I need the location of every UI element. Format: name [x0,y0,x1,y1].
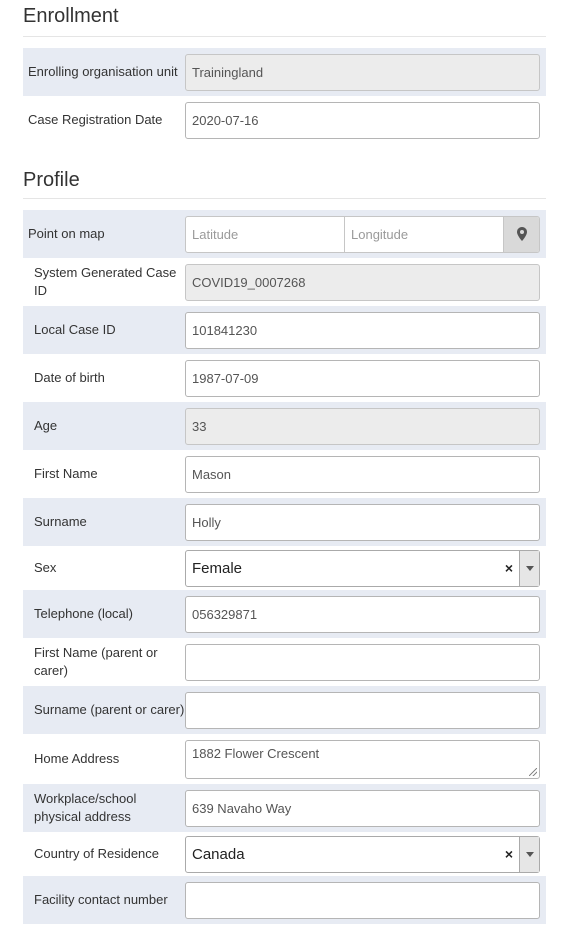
chevron-down-icon [525,565,534,571]
profile-rows: Point on map Latitude Longitude System G… [23,210,546,924]
map-picker-button[interactable] [504,216,539,252]
latitude-input[interactable]: Latitude [186,216,345,252]
map-marker-icon [516,227,527,241]
workplace-address-input[interactable]: 639 Navaho Way [185,789,540,827]
telephone-row: Telephone (local) 056329871 [23,590,546,638]
age-field: 33 [185,407,540,445]
first-name-row: First Name Mason [23,450,546,498]
profile-section-title: Profile [23,169,80,191]
workplace-address-label: Workplace/school physical address [34,791,137,824]
country-clear-icon[interactable]: × [499,846,519,862]
age-label: Age [34,418,58,433]
point-on-map-row: Point on map Latitude Longitude [23,210,546,258]
surname-row: Surname Holly [23,498,546,546]
home-address-text: 1882 Flower Crescent [192,745,320,761]
date-of-birth-label: Date of birth [34,370,105,385]
sex-row: Sex Female × [23,546,546,590]
parent-surname-label: Surname (parent or carer) [34,702,185,717]
home-address-row: Home Address 1882 Flower Crescent [23,734,546,784]
first-name-label: First Name [34,466,98,481]
sex-clear-icon[interactable]: × [499,560,519,576]
home-address-label: Home Address [34,751,120,766]
facility-contact-input[interactable] [185,881,540,919]
date-of-birth-row: Date of birth 1987-07-09 [23,354,546,402]
sex-label: Sex [34,560,57,575]
point-on-map-label: Point on map [28,226,105,241]
parent-surname-row: Surname (parent or carer) [23,686,546,734]
date-of-birth-input[interactable]: 1987-07-09 [185,359,540,397]
home-address-textarea[interactable]: 1882 Flower Crescent [185,739,540,779]
parent-first-name-row: First Name (parent or carer) [23,638,546,686]
first-name-input[interactable]: Mason [185,455,540,493]
country-label: Country of Residence [34,846,160,861]
enrolling-org-unit-label: Enrolling organisation unit [28,64,178,79]
resize-handle-icon[interactable] [529,767,537,776]
enrolling-org-unit-row: Enrolling organisation unit Trainingland [23,48,546,96]
local-case-id-label: Local Case ID [34,322,116,337]
coordinates-group: Latitude Longitude [185,215,540,253]
country-selected-value: Canada [192,845,245,863]
parent-first-name-input[interactable] [185,643,540,681]
country-row: Country of Residence Canada × [23,832,546,876]
telephone-label: Telephone (local) [34,606,134,621]
facility-contact-row: Facility contact number [23,876,546,924]
profile-section-divider [23,198,546,199]
enrollment-section-divider [23,36,546,37]
local-case-id-input[interactable]: 101841230 [185,311,540,349]
longitude-input[interactable]: Longitude [345,216,504,252]
age-row: Age 33 [23,402,546,450]
system-case-id-row: System Generated Case ID COVID19_0007268 [23,258,546,306]
surname-label: Surname [34,514,87,529]
enrollment-form-page: Enrollment Enrolling organisation unit T… [0,0,582,938]
chevron-down-icon [525,851,534,857]
enrollment-rows: Enrolling organisation unit Trainingland… [23,48,546,144]
enrolling-org-unit-field: Trainingland [185,53,540,91]
workplace-address-row: Workplace/school physical address 639 Na… [23,784,546,832]
registration-date-label: Case Registration Date [28,112,163,127]
registration-date-row: Case Registration Date 2020-07-16 [23,96,546,144]
local-case-id-row: Local Case ID 101841230 [23,306,546,354]
surname-input[interactable]: Holly [185,503,540,541]
registration-date-input[interactable]: 2020-07-16 [185,101,540,139]
sex-select[interactable]: Female × [185,549,540,587]
sex-dropdown-toggle[interactable] [519,550,539,586]
sex-selected-value: Female [192,559,243,577]
facility-contact-label: Facility contact number [34,892,168,907]
country-dropdown-toggle[interactable] [519,836,539,872]
parent-first-name-label: First Name (parent or carer) [34,645,158,678]
system-case-id-field: COVID19_0007268 [185,263,540,301]
enrollment-section-title: Enrollment [23,5,119,27]
parent-surname-input[interactable] [185,691,540,729]
telephone-input[interactable]: 056329871 [185,595,540,633]
country-select[interactable]: Canada × [185,835,540,873]
system-case-id-label: System Generated Case ID [34,265,177,298]
